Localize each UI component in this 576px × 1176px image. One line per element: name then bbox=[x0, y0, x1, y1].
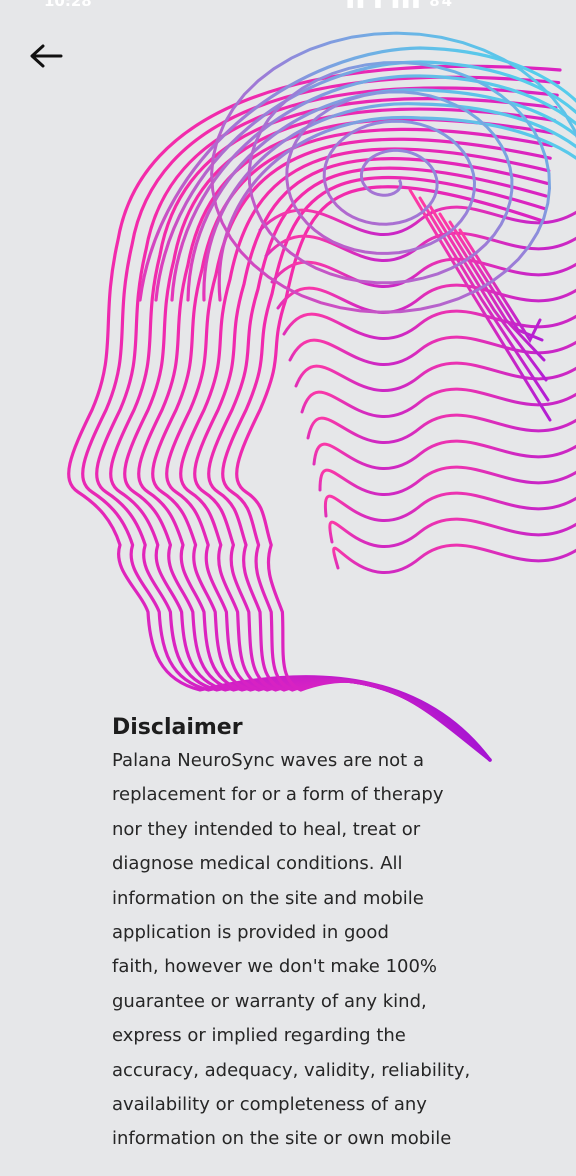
face-contour-line bbox=[207, 166, 548, 762]
disclaimer-line: guarantee or warranty of any kind, bbox=[112, 990, 427, 1012]
disclaimer-body: Palana NeuroSync waves are not a replace… bbox=[112, 744, 512, 1157]
disclaimer-line: nor they intended to heal, treat or bbox=[112, 818, 421, 840]
inner-wave-line bbox=[270, 257, 576, 288]
inner-wave-line bbox=[323, 491, 576, 522]
disclaimer-line: availability or completeness of any bbox=[112, 1094, 427, 1116]
inner-wave-line bbox=[312, 439, 576, 470]
disclaimer-line: diagnose medical conditions. All bbox=[112, 853, 403, 875]
back-button[interactable] bbox=[22, 36, 70, 76]
disclaimer-line: information on the site and mobile bbox=[112, 887, 424, 909]
disclaimer-title: Disclaimer bbox=[112, 715, 243, 740]
disclaimer-line: faith, however we don't make 100% bbox=[112, 956, 438, 978]
disclaimer-line: express or implied regarding the bbox=[112, 1025, 406, 1047]
head-contour-illustration bbox=[67, 31, 576, 762]
disclaimer-line: accuracy, adequacy, validity, reliabilit… bbox=[112, 1059, 471, 1081]
inner-wave-line bbox=[328, 517, 576, 548]
disclaimer-line: information on the site or own mobile bbox=[112, 1128, 452, 1150]
face-contour-line bbox=[193, 157, 549, 762]
inner-wave-line bbox=[318, 465, 576, 496]
spiral-line bbox=[210, 31, 576, 314]
disclaimer-section: Disclaimer Palana NeuroSync waves are no… bbox=[112, 714, 512, 1157]
arrow-left-icon bbox=[30, 44, 63, 68]
inner-wave-line bbox=[332, 543, 576, 574]
face-contour-line bbox=[109, 97, 558, 762]
inner-wave-line bbox=[306, 413, 576, 444]
disclaimer-line: replacement for or a form of therapy bbox=[112, 784, 444, 806]
fold-line bbox=[408, 188, 552, 422]
disclaimer-line: application is provided in good bbox=[112, 922, 389, 944]
disclaimer-line: Palana NeuroSync waves are not a bbox=[112, 750, 424, 771]
